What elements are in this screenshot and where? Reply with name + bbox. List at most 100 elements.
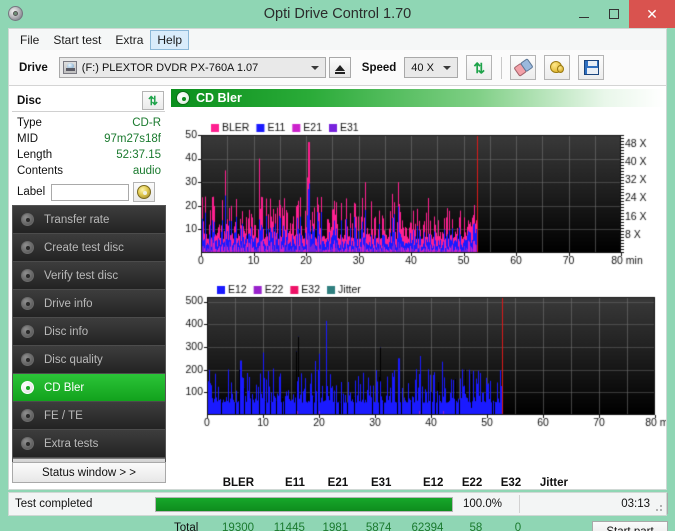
table-row: Total 19300 11445 1981 5874 62394 58 0	[171, 520, 571, 531]
total-e22: 58	[469, 521, 483, 531]
disc-info-list: Type CD-R MID 97m27s18f Length 52:37.15 …	[12, 115, 165, 203]
brush-icon	[549, 60, 565, 75]
bler-charts-canvas[interactable]	[171, 107, 666, 437]
disc-label-input[interactable]	[51, 183, 130, 201]
menu-item-file[interactable]: File	[13, 30, 46, 50]
cd-disc-icon	[137, 185, 152, 199]
chart-panel-header: CD Bler	[171, 89, 664, 107]
test-list: Transfer rate Create test disc Verify te…	[12, 205, 166, 474]
minimize-button[interactable]	[569, 0, 599, 28]
progress-percent: 100.0%	[463, 498, 503, 510]
save-button[interactable]	[578, 55, 605, 80]
eraser-button[interactable]	[510, 55, 537, 80]
col-e22: E22	[461, 476, 483, 489]
total-e31: 5874	[365, 521, 392, 531]
test-button-fe-te[interactable]: FE / TE	[13, 402, 165, 430]
progress-bar-fill	[156, 497, 452, 511]
cd-disc-icon	[6, 4, 26, 24]
speed-select-value: 40 X	[411, 61, 434, 74]
total-e32: 0	[514, 521, 522, 531]
total-bler: 19300	[222, 521, 255, 531]
stats-corner	[171, 475, 205, 490]
drive-select-value: (F:) PLEXTOR DVDR PX-760A 1.07	[81, 61, 259, 74]
disc-refresh-button[interactable]: ⇅	[142, 91, 164, 110]
test-button-disc-info[interactable]: Disc info	[13, 318, 165, 346]
row-label-total: Total	[174, 521, 199, 531]
maximize-button[interactable]	[599, 0, 629, 28]
resize-grip[interactable]	[653, 502, 663, 512]
speed-select[interactable]: 40 X	[404, 57, 459, 78]
disc-icon	[20, 380, 37, 395]
disc-icon	[20, 268, 37, 283]
test-button-create-test-disc[interactable]: Create test disc	[13, 234, 165, 262]
disc-header: Disc ⇅	[12, 90, 165, 112]
test-label: Disc quality	[44, 353, 103, 366]
chart-panel: CD Bler	[171, 89, 666, 487]
drive-toolbar: Drive (F:) PLEXTOR DVDR PX-760A 1.07 Spe…	[9, 50, 666, 86]
disc-row-length: Length 52:37.15	[12, 147, 165, 163]
status-text: Test completed	[15, 498, 93, 510]
eject-icon	[334, 64, 345, 74]
total-e21: 1981	[322, 521, 349, 531]
col-e11: E11	[285, 476, 305, 489]
disc-value-contents: audio	[132, 165, 161, 177]
disc-value-mid: 97m27s18f	[104, 133, 161, 145]
total-e12: 62394	[411, 521, 444, 531]
drive-label: Drive	[19, 61, 48, 74]
disc-header-title: Disc	[17, 94, 42, 107]
test-button-extra-tests[interactable]: Extra tests	[13, 430, 165, 458]
left-panel: Disc ⇅ Type CD-R MID 97m27s18f Length 52…	[9, 87, 169, 489]
progress-bar	[155, 496, 453, 512]
status-divider	[519, 495, 520, 513]
test-button-drive-info[interactable]: Drive info	[13, 290, 165, 318]
refresh-icon: ⇅	[147, 93, 159, 108]
disc-key-contents: Contents	[17, 165, 64, 177]
disc-icon	[20, 408, 37, 423]
eraser-icon	[513, 58, 534, 77]
test-label: Transfer rate	[44, 213, 110, 226]
menu-item-extra[interactable]: Extra	[108, 30, 150, 50]
elapsed-time: 03:13	[621, 498, 650, 510]
disc-row-mid: MID 97m27s18f	[12, 131, 165, 147]
test-label: Create test disc	[44, 241, 124, 254]
test-button-verify-test-disc[interactable]: Verify test disc	[13, 262, 165, 290]
test-label: Verify test disc	[44, 269, 119, 282]
disc-icon	[20, 240, 37, 255]
app-window: Opti Drive Control 1.70 ✕ File Start tes…	[0, 0, 675, 531]
col-e21: E21	[327, 476, 349, 489]
status-window-button[interactable]: Status window > >	[12, 462, 166, 483]
speed-label: Speed	[361, 61, 397, 74]
menu-item-help[interactable]: Help	[150, 29, 190, 50]
menu-bar: File Start test Extra Help	[8, 28, 667, 50]
disc-icon	[20, 212, 37, 227]
eject-button[interactable]	[328, 57, 351, 78]
test-label: CD Bler	[44, 381, 85, 394]
drive-select[interactable]: (F:) PLEXTOR DVDR PX-760A 1.07	[58, 57, 326, 78]
col-e31: E31	[370, 476, 392, 489]
close-button[interactable]: ✕	[629, 0, 675, 28]
cd-disc-icon	[176, 91, 190, 105]
disc-row-type: Type CD-R	[12, 115, 165, 131]
disc-key-type: Type	[17, 117, 42, 129]
total-jitter	[524, 520, 571, 531]
brush-button[interactable]	[544, 55, 571, 80]
test-button-cd-bler[interactable]: CD Bler	[13, 374, 165, 402]
disc-key-label: Label	[17, 186, 46, 198]
test-button-disc-quality[interactable]: Disc quality	[13, 346, 165, 374]
refresh-icon: ⇅	[473, 59, 486, 76]
col-jitter: Jitter	[539, 476, 568, 489]
menu-item-start-test[interactable]: Start test	[46, 30, 108, 50]
disc-label-button[interactable]	[133, 182, 156, 202]
refresh-button[interactable]: ⇅	[466, 55, 493, 80]
col-e32: E32	[500, 476, 522, 489]
window-controls: ✕	[569, 0, 675, 28]
disc-value-type: CD-R	[132, 117, 161, 129]
charts-area	[171, 107, 666, 437]
test-label: FE / TE	[44, 409, 83, 422]
disc-key-mid: MID	[17, 133, 39, 145]
test-button-transfer-rate[interactable]: Transfer rate	[13, 206, 165, 234]
total-e11: 11445	[273, 521, 305, 531]
disc-key-length: Length	[17, 149, 53, 161]
start-part-button[interactable]: Start part	[592, 521, 668, 531]
toolbar-separator	[501, 56, 503, 79]
